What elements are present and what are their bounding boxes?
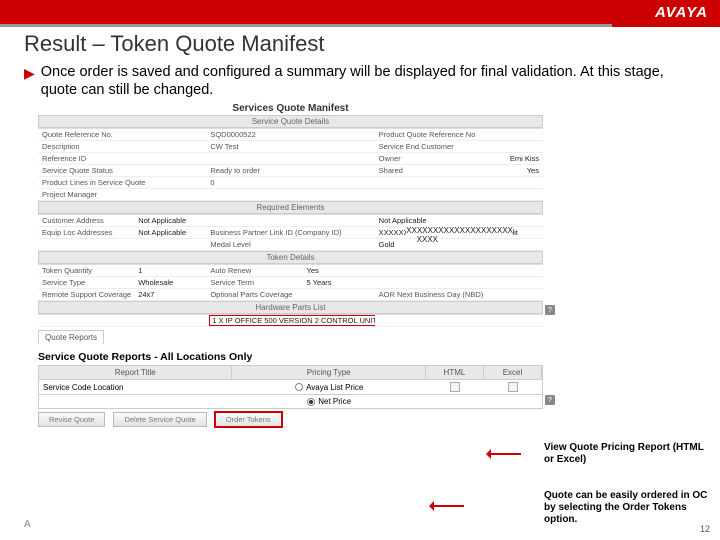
callout-arrow-icon bbox=[487, 453, 521, 455]
reports-header: Report Title Pricing Type HTML Excel bbox=[38, 365, 543, 380]
radio-net-price[interactable] bbox=[307, 398, 315, 406]
page-number: 12 bbox=[700, 524, 710, 534]
help-icon[interactable]: ? bbox=[545, 305, 555, 315]
section-hardware: Hardware Parts List bbox=[38, 301, 543, 314]
required-grid: Customer AddressNot ApplicableNot Applic… bbox=[38, 214, 543, 251]
reports-row-2: Net Price bbox=[38, 395, 543, 409]
hardware-grid: 1 X IP OFFICE 500 VERSION 2 CONTROL UNIT bbox=[38, 314, 543, 327]
reports-title: Service Quote Reports - All Locations On… bbox=[38, 351, 543, 363]
avaya-logo: AVAYA bbox=[655, 4, 708, 21]
help-icon-2[interactable]: ? bbox=[545, 395, 555, 405]
html-report-icon[interactable] bbox=[450, 382, 460, 392]
slide-title: Result – Token Quote Manifest bbox=[24, 31, 696, 57]
section-required: Required Elements bbox=[38, 201, 543, 214]
details-grid: Quote Reference No.SQD0000522Product Quo… bbox=[38, 128, 543, 201]
excel-report-icon[interactable] bbox=[508, 382, 518, 392]
revise-quote-button[interactable]: Revise Quote bbox=[38, 412, 105, 427]
action-buttons: Revise Quote Delete Service Quote Order … bbox=[38, 412, 543, 427]
bullet-arrow-icon: ▶ bbox=[24, 65, 35, 82]
footer-initial: A bbox=[24, 519, 31, 530]
radio-list-price[interactable] bbox=[295, 383, 303, 391]
section-token: Token Details bbox=[38, 251, 543, 264]
manifest-screenshot: Services Quote Manifest Service Quote De… bbox=[38, 103, 543, 427]
annotation-order-tokens: Quote can be easily ordered in OC by sel… bbox=[544, 490, 714, 526]
manifest-title: Services Quote Manifest bbox=[38, 103, 543, 114]
header-bar: AVAYA bbox=[0, 0, 720, 24]
report-title-cell: Service Code Location bbox=[39, 381, 232, 394]
redaction-overlay: XXXXXXXXXXXXXXXXXXXX bbox=[406, 226, 513, 235]
section-details: Service Quote Details bbox=[38, 115, 543, 128]
quote-reports-tab[interactable]: Quote Reports bbox=[38, 330, 104, 344]
bullet-row: ▶ Once order is saved and configured a s… bbox=[24, 63, 696, 99]
order-tokens-button[interactable]: Order Tokens bbox=[215, 412, 282, 427]
delete-quote-button[interactable]: Delete Service Quote bbox=[113, 412, 206, 427]
callout-arrow-icon bbox=[430, 505, 464, 507]
annotation-pricing-report: View Quote Pricing Report (HTML or Excel… bbox=[544, 442, 714, 466]
bullet-text: Once order is saved and configured a sum… bbox=[41, 63, 696, 99]
reports-row-1: Service Code Location Avaya List Price bbox=[38, 380, 543, 395]
pricing-radio-list: Avaya List Price bbox=[232, 381, 425, 394]
token-grid: Token Quantity1Auto RenewYes Service Typ… bbox=[38, 264, 543, 301]
redaction-overlay-2: XXXX bbox=[417, 235, 438, 244]
